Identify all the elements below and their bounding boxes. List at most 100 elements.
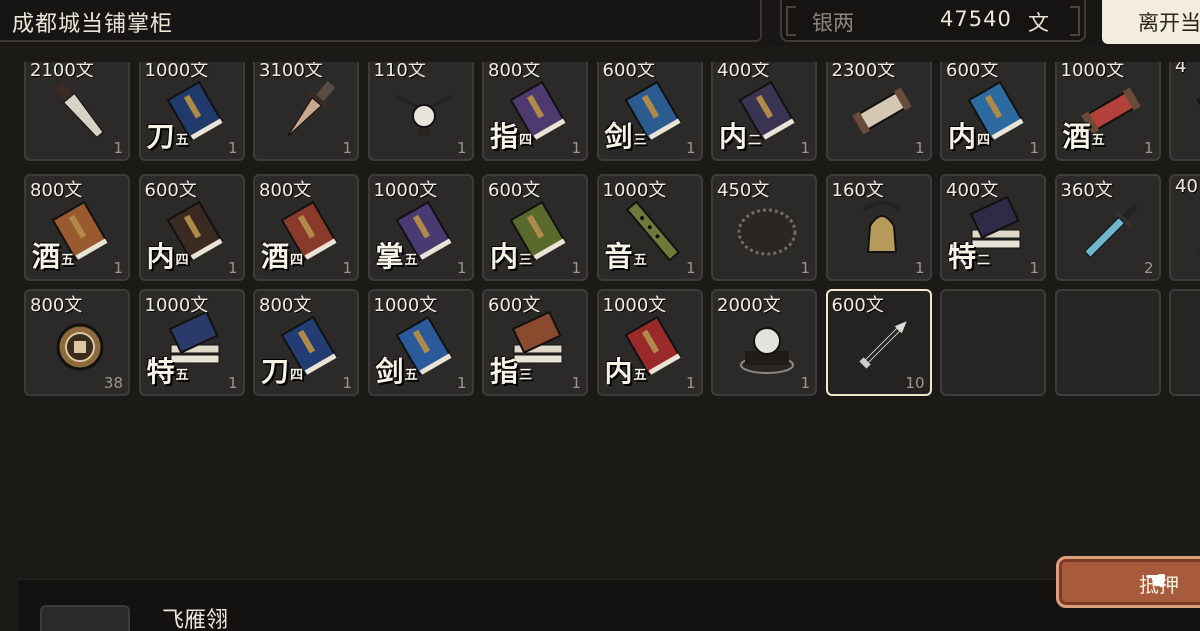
inventory-slot[interactable]: 1000文 音五 1: [596, 174, 703, 281]
item-price: 1000文: [144, 295, 209, 316]
item-count: 10: [905, 374, 925, 392]
inventory-slot[interactable]: 40: [1169, 174, 1200, 281]
inventory-slot[interactable]: 1000文 酒五 1: [1054, 62, 1161, 161]
item-count: 1: [685, 139, 696, 157]
item-type-label: 剑: [375, 355, 404, 388]
inventory-slot[interactable]: 2000文 1: [711, 289, 817, 396]
inventory-slot[interactable]: 800文 刀四 1: [253, 289, 359, 396]
inventory-slot[interactable]: 400文 特二 1: [940, 174, 1046, 281]
item-count: 1: [456, 139, 467, 157]
item-count: 1: [800, 259, 810, 277]
inventory-grid: 2100文 1 1000文 刀五 1 3100文 1 110文 1 800文 指四 1 600文 剑三 1 4…: [12, 62, 1200, 408]
inventory-slot[interactable]: 1000文 特五 1: [138, 289, 245, 396]
inventory-slot[interactable]: 600文内三 1: [482, 174, 588, 281]
inventory-slot[interactable]: 1000文 剑五 1: [367, 289, 474, 396]
item-type-label: 音: [604, 240, 633, 273]
item-count: 1: [1029, 259, 1039, 277]
hand-cursor-icon: ☚: [1144, 566, 1168, 596]
item-price: 450文: [717, 180, 770, 201]
item-price: 600文: [946, 62, 999, 81]
item-type-label: 内: [490, 240, 519, 273]
item-type-label: 内: [146, 240, 175, 273]
item-price: 160文: [831, 180, 884, 201]
item-type-glyph: 掌五: [376, 235, 418, 275]
item-grade-label: 五: [633, 368, 647, 383]
inventory-slot[interactable]: 600文 内四 1: [138, 174, 245, 281]
inventory-slot[interactable]: 3100文 1: [253, 62, 359, 161]
item-count: 1: [685, 374, 696, 392]
inventory-slot[interactable]: 110文 1: [367, 62, 474, 161]
item-type-label: 剑: [604, 120, 633, 153]
item-count: 1: [800, 139, 810, 157]
top-bar: 成都城当铺掌柜 银两 47540 文 离开当: [0, 0, 1200, 46]
item-type-label: 内: [604, 355, 633, 388]
item-count: 1: [113, 139, 123, 157]
item-price: 600文: [488, 180, 541, 201]
item-type-glyph: 刀四: [261, 350, 303, 390]
item-grade-label: 四: [175, 253, 189, 268]
item-count: 1: [571, 259, 581, 277]
money-panel: 银两 47540 文: [780, 0, 1086, 42]
item-type-label: 特: [146, 355, 175, 388]
item-count: 1: [685, 259, 696, 277]
inventory-slot[interactable]: 2300文 1: [825, 62, 932, 161]
item-count: 1: [456, 259, 467, 277]
item-price: 360文: [1060, 180, 1113, 201]
item-count: 1: [571, 374, 581, 392]
item-type-label: 刀: [146, 120, 175, 153]
item-price: 1000文: [602, 295, 667, 316]
inventory-slot[interactable]: 800文 38: [24, 289, 130, 396]
inventory-slot[interactable]: [940, 289, 1046, 396]
inventory-slot[interactable]: 600文 指三 1: [482, 289, 588, 396]
item-grade-label: 三: [519, 253, 533, 268]
item-grade-label: 四: [519, 133, 533, 148]
inventory-slot[interactable]: 1000文内五 1: [596, 289, 703, 396]
leave-shop-button[interactable]: 离开当: [1102, 0, 1200, 44]
inventory-slot[interactable]: 360文 2: [1054, 174, 1161, 281]
dart-icon: [844, 311, 920, 381]
inventory-slot[interactable]: 41: [1169, 62, 1200, 161]
item-price: 1000文: [1060, 62, 1125, 81]
inventory-slot[interactable]: [1054, 289, 1161, 396]
inventory-slot[interactable]: 800文 酒五 1: [24, 174, 130, 281]
item-grade-label: 四: [290, 368, 304, 383]
pawn-button[interactable]: 抵押: [1056, 556, 1200, 608]
inventory-slot[interactable]: [1169, 289, 1200, 396]
item-price: 2100文: [30, 62, 94, 81]
inventory-slot[interactable]: 600文 剑三 1: [596, 62, 703, 161]
item-type-glyph: 内四: [948, 115, 990, 155]
item-grade-label: 五: [175, 368, 189, 383]
item-type-label: 刀: [261, 355, 290, 388]
item-count: 1: [227, 259, 238, 277]
item-type-glyph: 剑五: [376, 350, 418, 390]
item-type-label: 指: [490, 355, 519, 388]
item-price: 2000文: [717, 295, 781, 316]
item-price: 1000文: [144, 62, 209, 81]
item-grade-label: 五: [633, 253, 647, 268]
inventory-slot[interactable]: 1000文 掌五 1: [367, 174, 474, 281]
item-count: 1: [342, 139, 352, 157]
inventory-slot[interactable]: 800文 指四 1: [482, 62, 588, 161]
knife-icon: [42, 76, 118, 146]
item-count: 1: [342, 374, 352, 392]
inventory-slot[interactable]: 400文 内二 1: [711, 62, 817, 161]
item-price: 800文: [488, 62, 541, 81]
item-type-label: 酒: [1062, 120, 1091, 153]
item-count: 1: [1029, 139, 1039, 157]
item-grade-label: 五: [404, 253, 418, 268]
inventory-slot[interactable]: 160文 1: [825, 174, 932, 281]
inventory-slot[interactable]: 800文 酒四 1: [253, 174, 359, 281]
item-count: 1: [800, 374, 810, 392]
item-type-glyph: 内四: [147, 235, 189, 275]
inventory-slot[interactable]: 450文 1: [711, 174, 817, 281]
inventory-slot[interactable]: 600文 10: [825, 289, 932, 396]
item-type-glyph: 酒五: [1063, 115, 1105, 155]
inventory-slot[interactable]: 1000文 刀五 1: [138, 62, 245, 161]
sword-icon: [1187, 196, 1200, 266]
item-price: 4: [1175, 62, 1187, 77]
money-label: 银两: [812, 11, 854, 35]
inventory-slot[interactable]: 2100文 1: [24, 62, 130, 161]
item-type-glyph: 内二: [719, 115, 761, 155]
inventory-slot[interactable]: 600文内四 1: [940, 62, 1046, 161]
title-panel: 成都城当铺掌柜: [0, 0, 762, 42]
